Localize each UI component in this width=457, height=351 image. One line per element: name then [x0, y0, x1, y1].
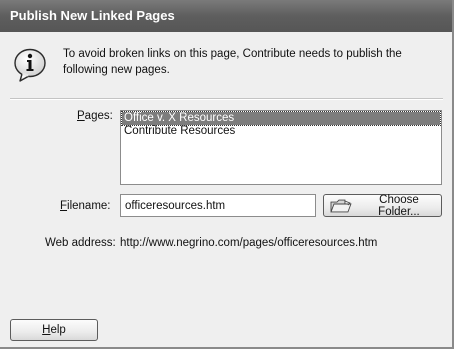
- help-label-rest: elp: [50, 324, 66, 336]
- dialog-title: Publish New Linked Pages: [10, 8, 175, 23]
- choose-folder-label: Choose Folder...: [378, 193, 420, 218]
- pages-label-rest: ages:: [84, 110, 113, 122]
- help-button[interactable]: Help: [10, 319, 98, 341]
- filename-label-mnemonic: F: [60, 200, 68, 212]
- pages-label-mnemonic: P: [77, 110, 85, 122]
- list-item-office-resources[interactable]: Office v. X Resources: [121, 111, 441, 126]
- choose-folder-button[interactable]: Choose Folder...: [323, 193, 442, 218]
- pages-listbox[interactable]: Office v. X Resources Contribute Resourc…: [120, 110, 442, 185]
- pages-label: Pages:: [77, 110, 113, 122]
- info-message: To avoid broken links on this page, Cont…: [63, 48, 402, 76]
- filename-label-rest: ilename:: [67, 200, 111, 212]
- divider: [10, 98, 443, 100]
- help-label-mnemonic: H: [42, 324, 51, 336]
- folder-icon: [330, 199, 352, 212]
- title-bar[interactable]: Publish New Linked Pages: [0, 0, 452, 32]
- publish-dialog: Publish New Linked Pages To avoid broken…: [0, 0, 454, 349]
- info-icon: [14, 48, 46, 82]
- web-address-label: Web address:: [45, 237, 116, 249]
- list-item-contribute-resources[interactable]: Contribute Resources: [122, 125, 440, 138]
- web-address-value: http://www.negrino.com/pages/officeresou…: [120, 237, 378, 249]
- filename-input[interactable]: [120, 194, 316, 217]
- filename-label: Filename:: [60, 200, 111, 212]
